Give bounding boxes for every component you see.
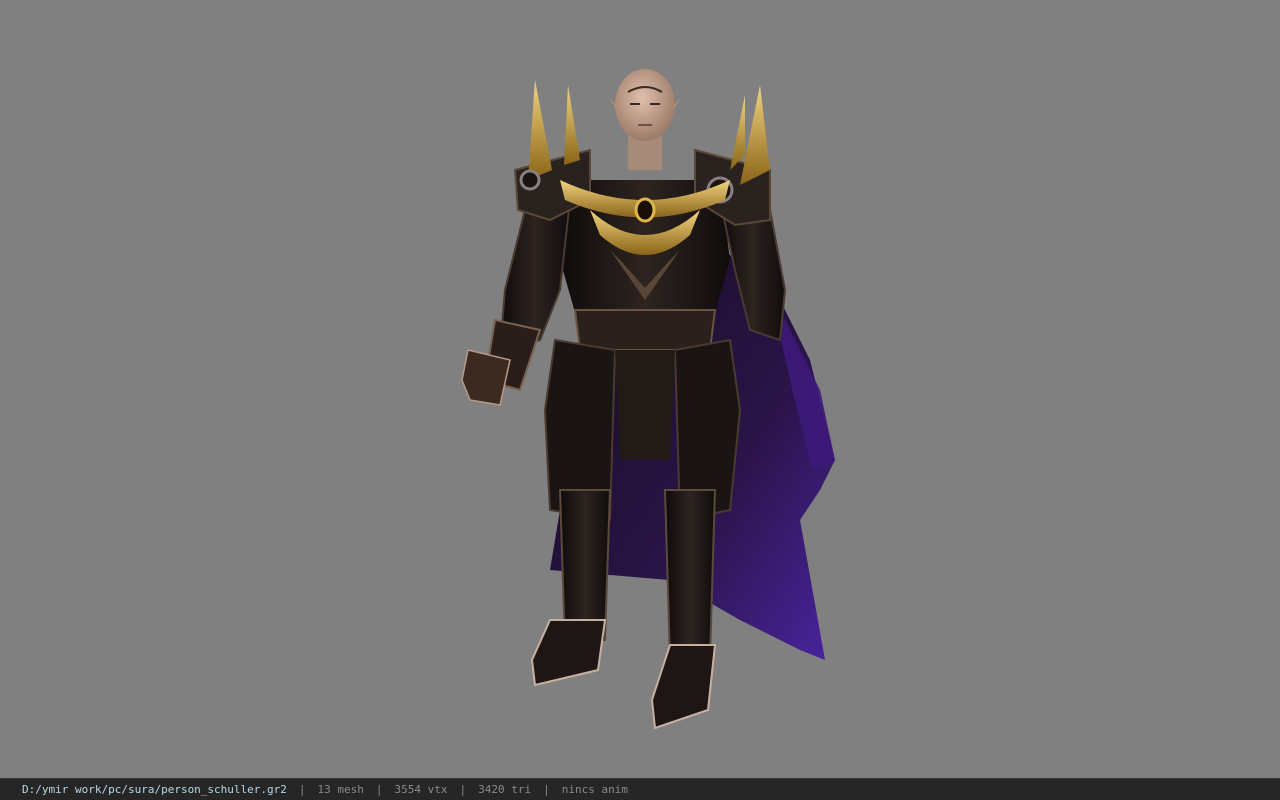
skirt-center [615, 350, 675, 460]
hand-left [461, 349, 511, 406]
leg-right [663, 489, 717, 661]
boot-left [530, 619, 607, 687]
collar-gem [634, 197, 656, 223]
separator: | [298, 783, 306, 796]
shoulder-gem-left [519, 169, 541, 191]
file-path: D:/ymir work/pc/sura/person_schuller.gr2 [22, 783, 287, 796]
character-model [461, 69, 835, 730]
horn-left-inner [564, 85, 580, 165]
mesh-count: 13 mesh [317, 783, 364, 796]
separator: | [375, 783, 383, 796]
triangle-count: 3420 tri [478, 783, 532, 796]
belt [573, 309, 717, 351]
status-bar: D:/ymir work/pc/sura/person_schuller.gr2… [0, 778, 1280, 800]
separator: | [459, 783, 467, 796]
horn-left-outer [528, 80, 552, 180]
3d-viewport[interactable] [0, 0, 1280, 778]
animation-status: nincs anim [561, 783, 628, 796]
horn-right-inner [730, 95, 745, 170]
head [615, 69, 675, 141]
boot-right [650, 644, 717, 730]
vertex-count: 3554 vtx [394, 783, 448, 796]
separator: | [543, 783, 550, 796]
